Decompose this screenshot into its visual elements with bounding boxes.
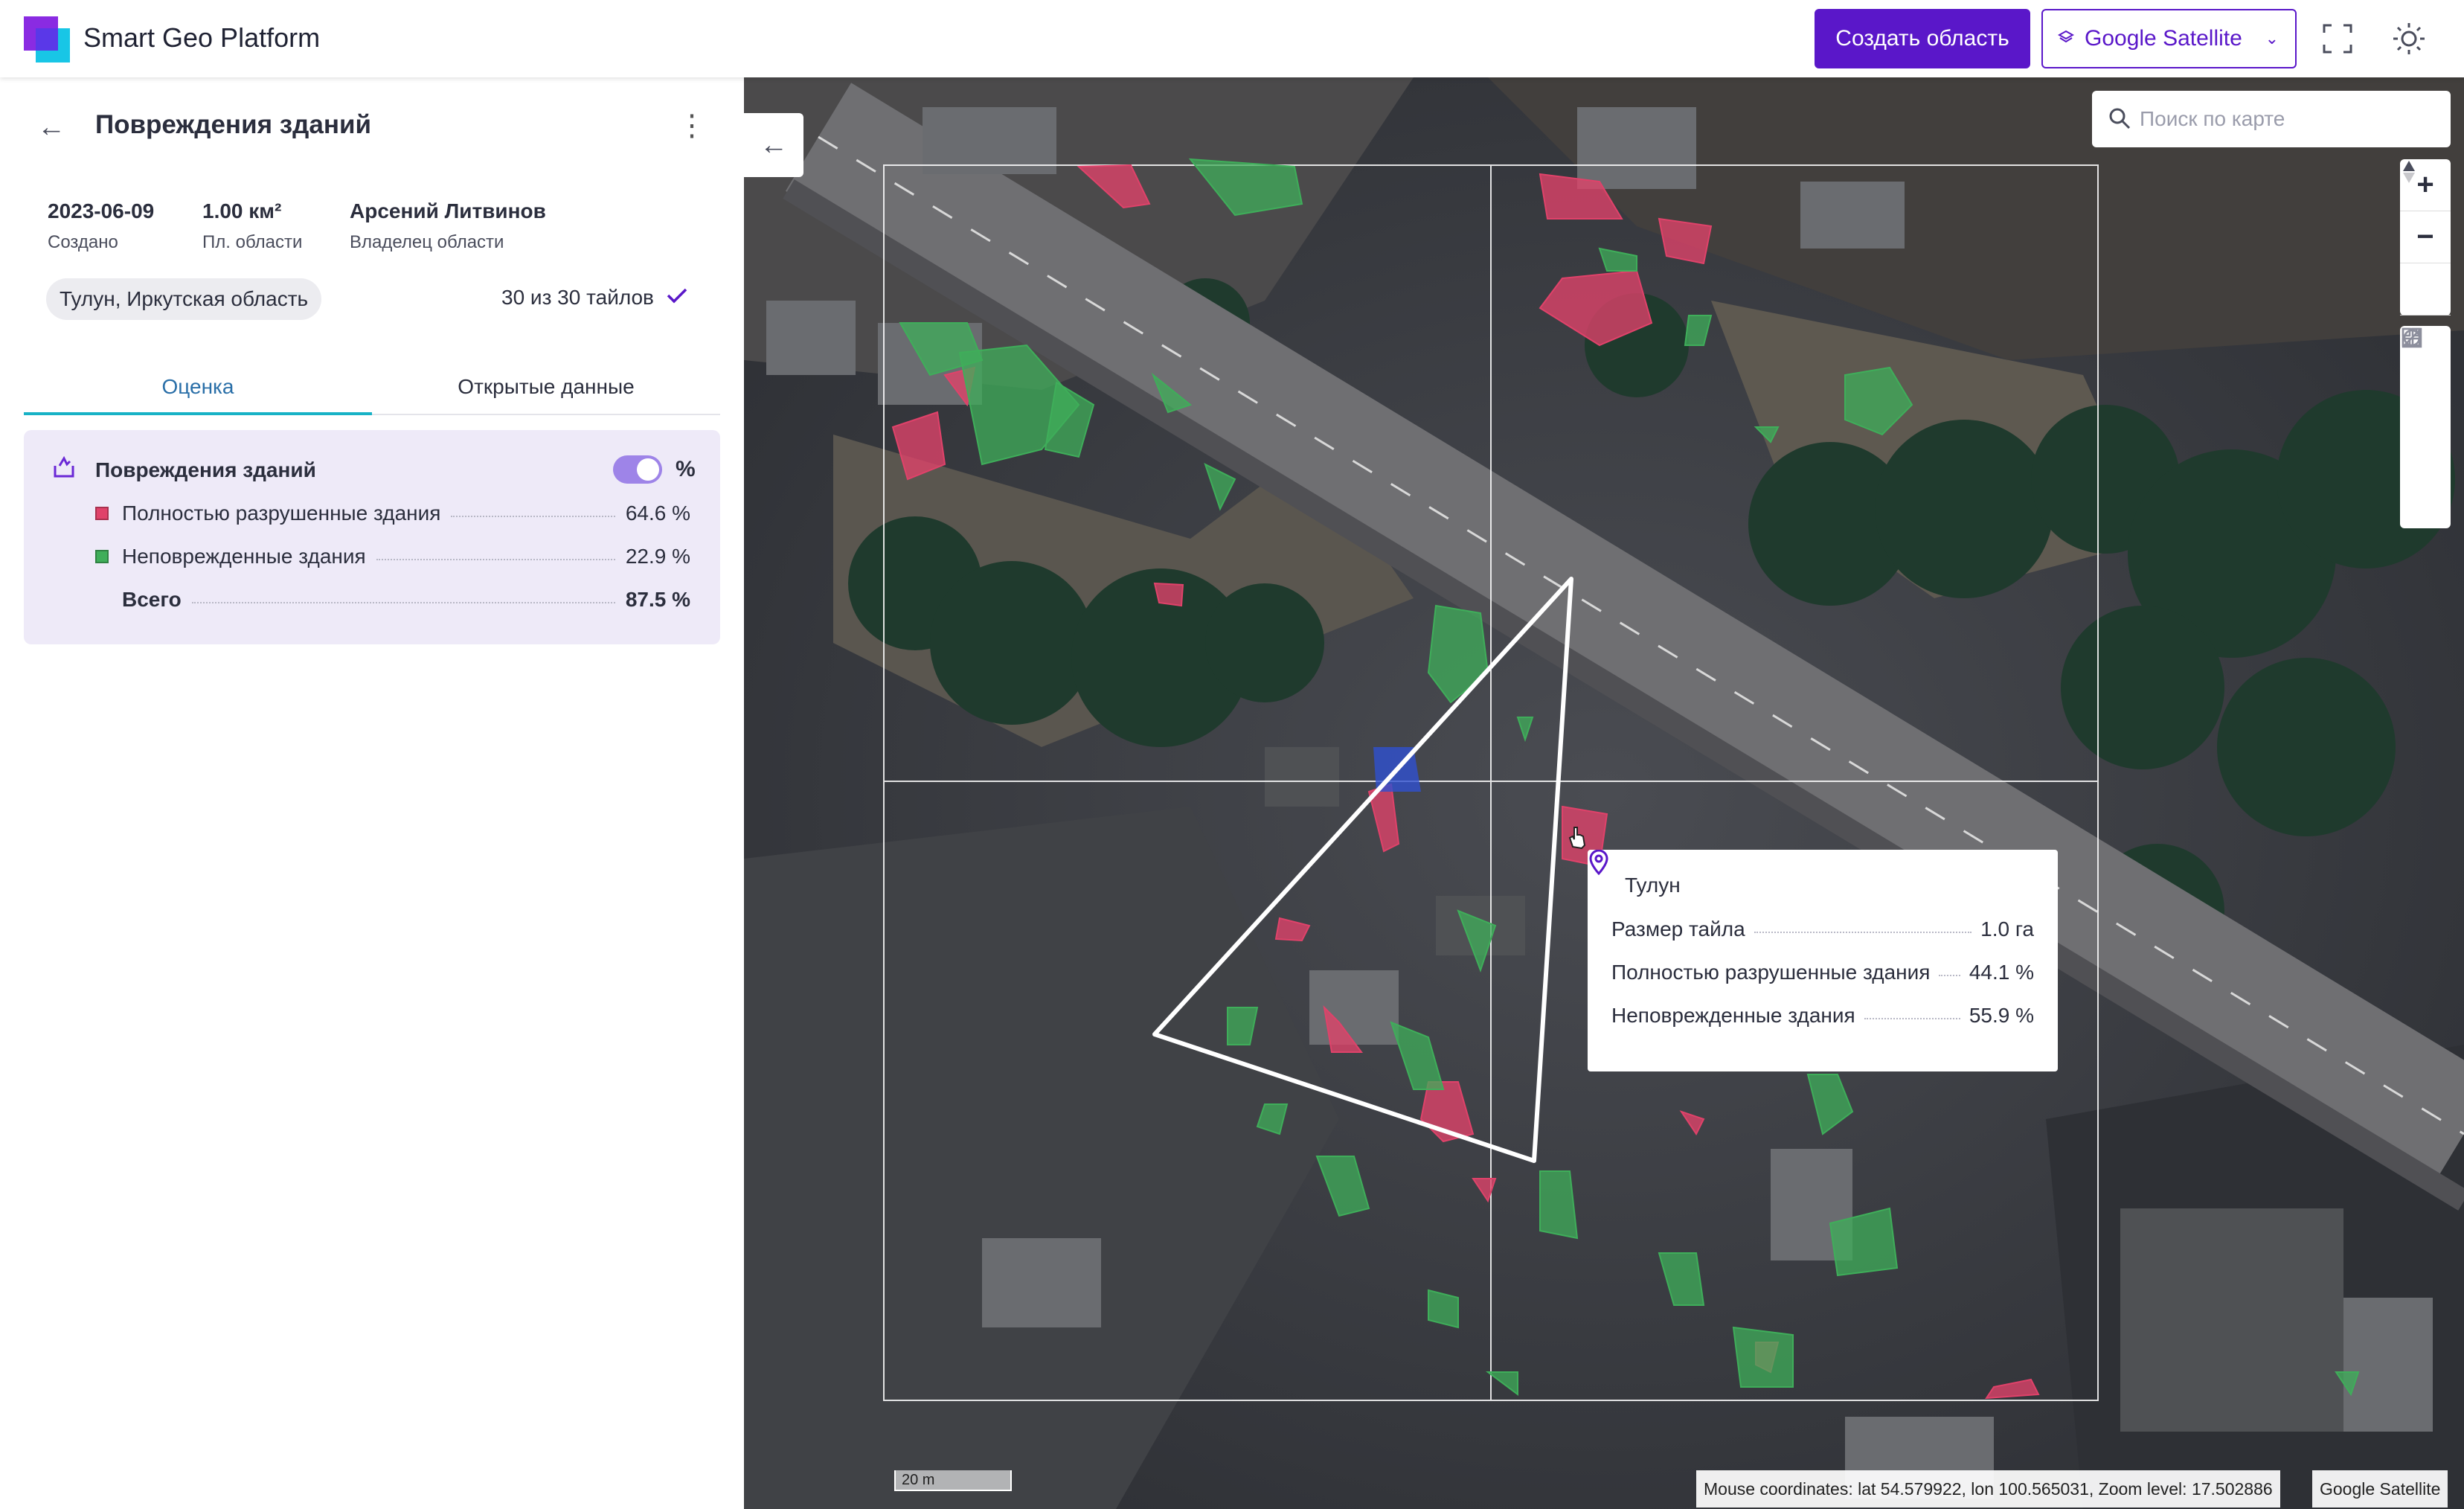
layers-icon	[2057, 26, 2075, 51]
mouse-coordinates: Mouse coordinates: lat 54.579922, lon 10…	[1696, 1470, 2280, 1508]
hide-layer-icon[interactable]	[2400, 328, 2451, 427]
popup-row-tile-size: Размер тайла 1.0 га	[1611, 917, 2034, 941]
percent-toggle[interactable]	[613, 455, 662, 484]
legend-value: 64.6 %	[625, 502, 690, 525]
chevron-down-icon: ⌄	[2265, 29, 2279, 48]
theme-toggle-icon[interactable]	[2390, 19, 2428, 58]
legend-row-destroyed: Полностью разрушенные здания 64.6 %	[95, 499, 690, 528]
back-arrow-icon[interactable]: ←	[37, 112, 65, 144]
map-tools	[2400, 326, 2451, 528]
zoom-controls: + −	[2400, 159, 2451, 315]
grid-icon[interactable]	[2400, 327, 2451, 478]
more-menu-icon[interactable]: ⋮	[677, 109, 707, 143]
tab-assessment[interactable]: Оценка	[24, 366, 372, 415]
building-damage-icon	[52, 455, 76, 483]
popup-row-destroyed: Полностью разрушенные здания 44.1 %	[1611, 961, 2034, 984]
map-attribution: Google Satellite	[2312, 1470, 2448, 1508]
tiles-count: 30 из 30 тайлов	[501, 286, 654, 309]
fullscreen-icon[interactable]	[2318, 19, 2357, 58]
refresh-icon[interactable]	[2400, 328, 2451, 528]
compass-button[interactable]	[2400, 161, 2451, 315]
popup-place: Тулун	[1625, 874, 1681, 897]
total-label: Всего	[122, 588, 182, 611]
app-title: Smart Geo Platform	[83, 22, 321, 53]
meta-owner: Арсений Литвинов Владелец области	[350, 199, 546, 252]
tab-bar: Оценка Открытые данные	[24, 366, 720, 415]
legend-value: 22.9 %	[625, 545, 690, 568]
collapse-sidebar-button[interactable]: ←	[744, 113, 803, 177]
legend-row-intact: Неповрежденные здания 22.9 %	[95, 542, 690, 571]
top-bar: Smart Geo Platform Создать область Googl…	[0, 0, 2464, 77]
destroyed-swatch	[95, 507, 109, 520]
meta-created: 2023-06-09 Создано	[48, 199, 155, 252]
tiles-status: 30 из 30 тайлов	[501, 286, 688, 310]
check-icon	[666, 286, 688, 310]
meta-area: 1.00 км² Пл. области	[202, 199, 303, 252]
map-search-input[interactable]: Поиск по карте	[2092, 91, 2451, 147]
app-logo[interactable]	[24, 16, 71, 64]
sidebar: ← Повреждения зданий ⋮ 2023-06-09 Создан…	[0, 77, 744, 1509]
legend-label: Неповрежденные здания	[122, 545, 366, 568]
unit-label: %	[676, 457, 696, 481]
tab-open-data[interactable]: Открытые данные	[372, 366, 720, 415]
zoom-out-button[interactable]: −	[2400, 211, 2451, 263]
legend-label: Полностью разрушенные здания	[122, 502, 441, 525]
page-title: Повреждения зданий	[95, 110, 371, 139]
card-title: Повреждения зданий	[95, 458, 316, 481]
location-chip: Тулун, Иркутская область	[46, 278, 322, 320]
popup-row-intact: Неповрежденные здания 55.9 %	[1611, 1004, 2034, 1027]
search-placeholder: Поиск по карте	[2140, 107, 2285, 130]
legend-row-total: Всего 87.5 %	[95, 585, 690, 615]
layer-select[interactable]: Google Satellite ⌄	[2041, 9, 2297, 68]
intact-swatch	[95, 550, 109, 563]
tile-info-popup: Тулун Размер тайла 1.0 га Полностью разру…	[1588, 850, 2058, 1071]
map-canvas[interactable]: ← Поиск по карте + − Тулун Размер тайла …	[744, 77, 2464, 1509]
damage-card: Повреждения зданий % Полностью разрушенн…	[24, 430, 720, 644]
layer-select-label: Google Satellite	[2085, 26, 2242, 51]
create-area-button[interactable]: Создать область	[1815, 9, 2030, 68]
satellite-imagery	[744, 77, 2464, 1509]
scale-bar: 20 m	[894, 1470, 1012, 1491]
total-value: 87.5 %	[625, 588, 690, 611]
